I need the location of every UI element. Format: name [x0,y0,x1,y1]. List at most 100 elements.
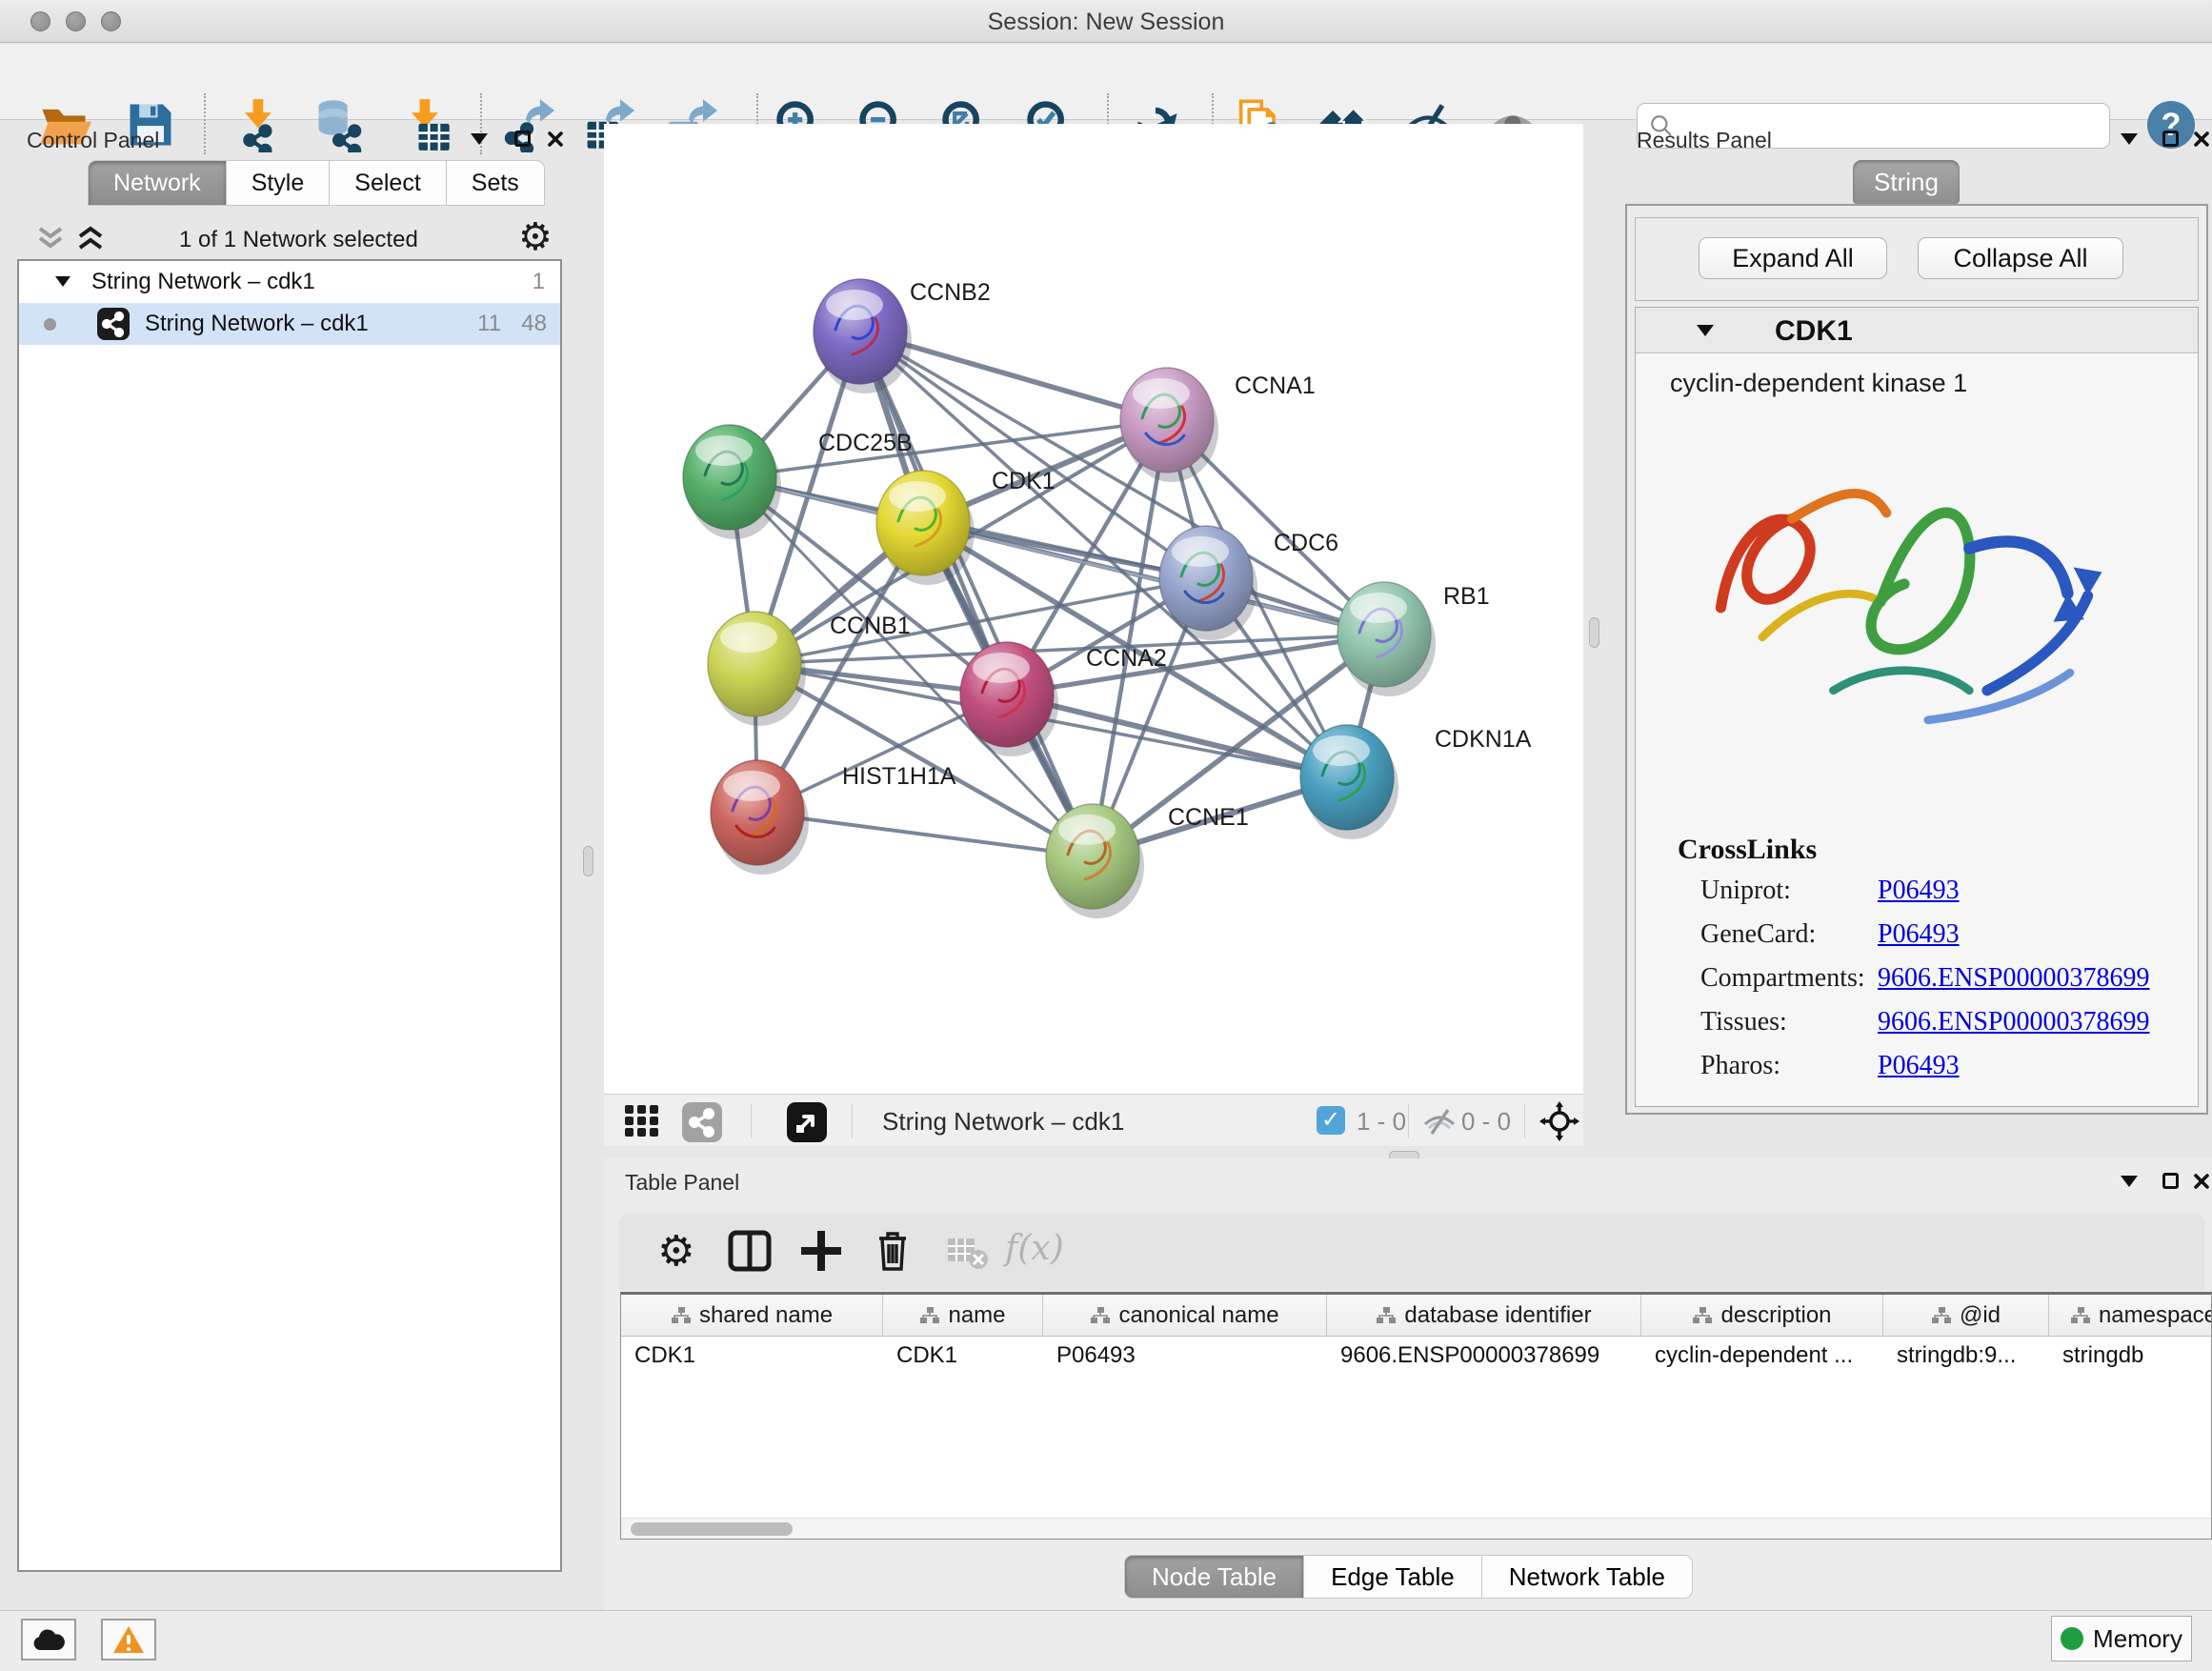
hidden-counts: 0 - 0 [1461,1107,1511,1137]
grid-view-icon[interactable] [625,1105,659,1137]
tab-network[interactable]: Network [88,160,227,206]
column-header-database-identifier[interactable]: database identifier [1327,1295,1641,1336]
collapse-entry-icon[interactable] [1697,325,1714,336]
string-results-box: Expand All Collapse All CDK1 cyclin-depe… [1625,204,2208,1115]
warning-icon [112,1625,145,1654]
control-panel-float-icon[interactable] [514,131,531,147]
tab-string[interactable]: String [1853,160,1960,204]
selected-checkbox-icon[interactable]: ✓ [1317,1106,1345,1135]
tab-edge-table[interactable]: Edge Table [1304,1555,1482,1599]
expand-all-icon[interactable] [74,225,107,253]
scrollbar-thumb[interactable] [631,1522,793,1536]
table-horizontal-scrollbar[interactable] [621,1518,2211,1539]
control-panel-close-icon[interactable] [547,131,564,148]
separator [751,1104,752,1138]
import-table-icon[interactable] [398,97,453,152]
column-header-canonical-name[interactable]: canonical name [1043,1295,1327,1336]
table-tabs: Node TableEdge TableNetwork Table [1124,1555,1693,1599]
node-table[interactable]: shared namenamecanonical namedatabase id… [620,1292,2212,1540]
separator [1408,1104,1409,1138]
collapse-collection-icon[interactable] [55,276,70,287]
protein-structure-image [1685,418,2123,809]
settings-gear-icon[interactable]: ⚙ [654,1227,701,1275]
node-label-CCNB2: CCNB2 [910,279,991,306]
fit-content-crosshair-icon[interactable] [1539,1101,1579,1141]
node-label-CCNE1: CCNE1 [1168,804,1249,831]
results-panel-close-icon[interactable] [2193,131,2210,148]
node-CCNE1[interactable] [1046,804,1144,918]
cloud-button[interactable] [21,1619,76,1661]
columns-icon[interactable] [727,1227,774,1275]
import-network-icon[interactable] [231,97,287,152]
toolbar-separator [480,93,482,154]
cloud-icon [31,1627,66,1652]
cdk1-entry-header[interactable]: CDK1 [1636,308,2198,353]
memory-button[interactable]: Memory [2051,1616,2192,1661]
tab-style[interactable]: Style [227,160,331,206]
node-CDKN1A[interactable] [1300,725,1398,839]
selected-counts: 1 - 0 [1357,1107,1406,1137]
right-splitter-handle[interactable] [1589,617,1599,648]
column-header--id[interactable]: @id [1883,1295,2049,1336]
crosslink-link[interactable]: P06493 [1878,876,1960,906]
tab-sets[interactable]: Sets [447,160,545,206]
network-selection-status: 1 of 1 Network selected [179,227,418,253]
node-CCNA1[interactable] [1120,368,1218,482]
node-CDC6[interactable] [1159,526,1257,640]
column-header-description[interactable]: description [1641,1295,1883,1336]
node-label-CCNB1: CCNB1 [830,613,911,639]
add-icon[interactable] [797,1227,845,1275]
cdk1-entry: CDK1 cyclin-dependent kinase 1 CrossLink… [1635,307,2199,1107]
node-label-CCNA2: CCNA2 [1086,645,1167,672]
import-database-icon[interactable] [311,97,366,152]
network-options-gear-icon[interactable]: ⚙ [518,215,553,259]
table-cell: CDK1 [621,1337,883,1375]
tab-network-table[interactable]: Network Table [1482,1555,1693,1599]
crosslink-link[interactable]: P06493 [1878,919,1960,950]
collapse-all-button[interactable]: Collapse All [1918,237,2123,279]
entry-name: CDK1 [1775,315,1853,348]
results-panel-float-icon[interactable] [2162,131,2179,147]
table-panel-float-icon[interactable] [2162,1173,2179,1189]
left-splitter-handle[interactable] [583,846,593,876]
delete-icon[interactable] [870,1227,917,1275]
network-view-title: String Network – cdk1 [882,1107,1124,1137]
column-header-name[interactable]: name [883,1295,1043,1336]
node-RB1[interactable] [1337,582,1436,696]
crosslink-link[interactable]: 9606.ENSP00000378699 [1878,1007,2149,1037]
network-canvas[interactable]: CCNB2CCNA1CDC25BCDK1CDC6RB1CCNB1CCNA2CDK… [604,124,1583,1094]
collapse-all-icon[interactable] [34,225,67,253]
node-CCNA2[interactable] [960,642,1058,756]
warnings-button[interactable] [101,1619,156,1661]
crosslink-link[interactable]: 9606.ENSP00000378699 [1878,963,2149,994]
table-cell: 9606.ENSP00000378699 [1327,1337,1641,1375]
table-cell: stringdb:9... [1883,1337,2049,1375]
network-status-dot [44,318,56,331]
crosslink-row: Compartments:9606.ENSP00000378699 [1700,963,2177,1007]
table-panel-menu-icon[interactable] [2121,1176,2138,1187]
network-share-icon[interactable] [682,1102,722,1142]
network-collection-row[interactable]: String Network – cdk1 1 [19,261,560,303]
table-panel-close-icon[interactable] [2193,1173,2210,1190]
crosslink-label: Pharos: [1700,1051,1780,1080]
tab-node-table[interactable]: Node Table [1124,1555,1304,1599]
results-panel-menu-icon[interactable] [2121,133,2138,145]
control-panel-menu-icon[interactable] [471,133,488,145]
crosslink-label: Tissues: [1700,1007,1787,1037]
table-row[interactable]: CDK1CDK1P064939606.ENSP00000378699cyclin… [621,1337,2211,1375]
node-CDK1[interactable] [876,471,975,585]
column-header-namespace[interactable]: namespace [2049,1295,2212,1336]
node-CDC25B[interactable] [683,425,781,539]
birds-eye-view-icon[interactable] [787,1102,827,1142]
crosslink-link[interactable]: P06493 [1878,1051,1960,1081]
hidden-eye-icon [1421,1107,1458,1136]
network-row-selected[interactable]: String Network – cdk1 11 48 [19,303,560,345]
node-CCNB1[interactable] [708,612,806,726]
crosslink-row: Tissues: 9606.ENSP00000378699 [1700,1007,2177,1051]
node-CCNB2[interactable] [814,279,912,393]
expand-all-button[interactable]: Expand All [1699,237,1887,279]
node-HIST1H1A[interactable] [711,760,809,875]
column-header-shared-name[interactable]: shared name [621,1295,883,1336]
function-builder-icon: f(x) [1005,1229,1064,1268]
tab-select[interactable]: Select [330,160,446,206]
